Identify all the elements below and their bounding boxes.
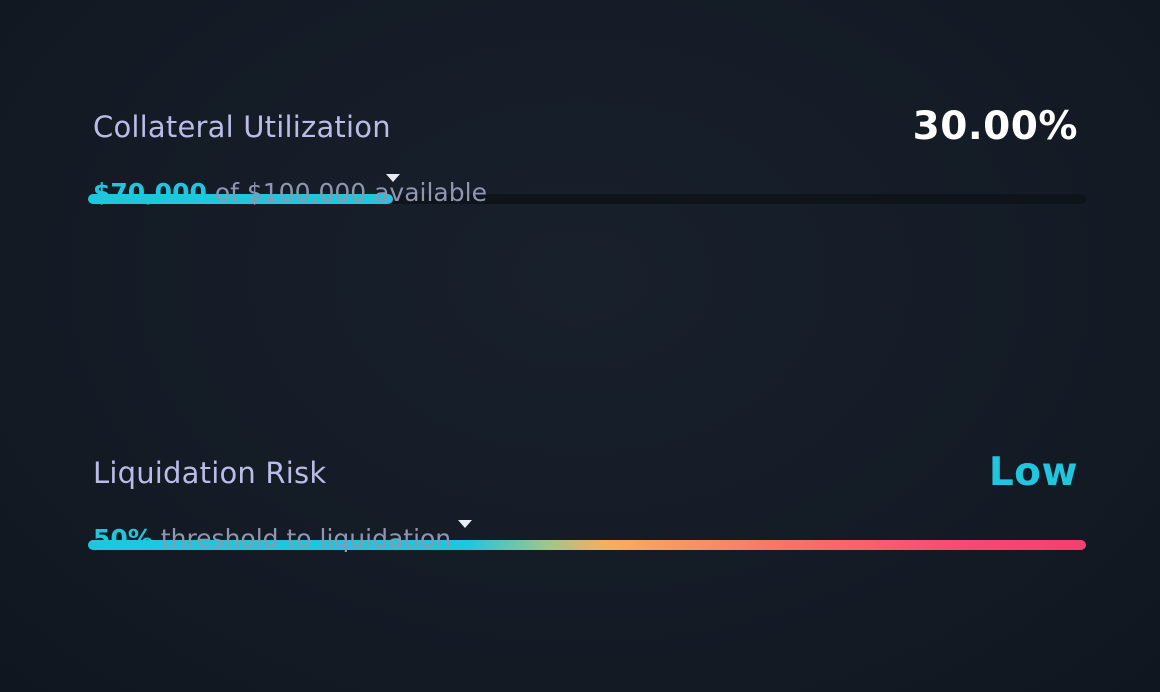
utilization-label: Collateral Utilization xyxy=(93,110,391,144)
risk-marker-icon xyxy=(458,520,472,528)
risk-caption-text: threshold to liquidation xyxy=(160,524,452,553)
risk-caption: 50% threshold to liquidation xyxy=(93,524,451,553)
risk-level: Low xyxy=(988,450,1078,495)
utilization-amount: $70,000 xyxy=(93,178,207,207)
utilization-value: 30.00% xyxy=(912,104,1078,149)
utilization-caption: $70,000 of $100,000 available xyxy=(93,178,487,207)
collateral-panel: Collateral Utilization 30.00% $70,000 of… xyxy=(0,0,1160,692)
utilization-header: Collateral Utilization 30.00% xyxy=(88,104,1088,160)
liquidation-risk-section: Liquidation Risk Low 50% threshold to li… xyxy=(88,450,1088,553)
risk-header: Liquidation Risk Low xyxy=(88,450,1088,506)
collateral-utilization-section: Collateral Utilization 30.00% $70,000 of… xyxy=(88,104,1088,207)
risk-threshold: 50% xyxy=(93,524,153,553)
risk-label: Liquidation Risk xyxy=(93,456,327,490)
utilization-caption-text: of $100,000 available xyxy=(214,178,487,207)
